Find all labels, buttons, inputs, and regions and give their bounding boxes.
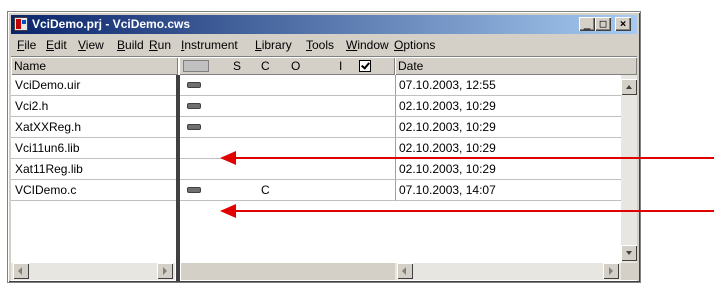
column-divider[interactable] (176, 75, 180, 281)
flag-header-i: I (339, 59, 343, 73)
scroll-down-icon (626, 251, 632, 255)
flag-header-o: O (291, 59, 301, 73)
file-date: 07.10.2003, 14:07 (395, 180, 621, 201)
project-window: VciDemo.prj - VciDemo.cws _ □ × File Edi… (7, 11, 641, 283)
status-bar-icon (187, 103, 201, 109)
scroll-left-icon (402, 267, 406, 275)
checkbox-icon[interactable] (359, 60, 371, 72)
scroll-up-icon (626, 85, 632, 89)
annotation-arrow-line (234, 157, 714, 159)
file-name[interactable]: VCIDemo.c (11, 180, 178, 201)
menu-library[interactable]: Library (255, 38, 292, 52)
annotation-arrow-line (234, 210, 714, 212)
table-row[interactable]: VciDemo.uir 07.10.2003, 12:55 (11, 75, 637, 96)
file-date: 02.10.2003, 10:29 (395, 159, 621, 180)
column-header-date[interactable]: Date (395, 57, 637, 75)
status-bar-icon (187, 124, 201, 130)
file-name[interactable]: Vci11un6.lib (11, 138, 178, 159)
menu-options[interactable]: Options (394, 38, 435, 52)
table-row[interactable]: Vci11un6.lib 02.10.2003, 10:29 (11, 138, 637, 159)
file-list: Name S C O I Date VciDemo.uir 07.10.2003,… (11, 56, 637, 281)
annotation-arrow-head (220, 151, 236, 165)
flag-header-s: S (233, 59, 242, 73)
close-icon: × (619, 17, 627, 30)
file-flags[interactable]: C (179, 180, 395, 201)
scroll-right-icon (163, 267, 167, 275)
menu-bar: File Edit View Build Run Instrument Libr… (11, 36, 637, 54)
menu-run[interactable]: Run (149, 38, 171, 52)
maximize-icon: □ (599, 17, 607, 30)
menu-edit[interactable]: Edit (46, 38, 67, 52)
file-flags[interactable] (179, 138, 395, 159)
close-button[interactable]: × (615, 17, 631, 31)
file-date: 02.10.2003, 10:29 (395, 117, 621, 138)
column-header-flags[interactable]: S C O I (179, 57, 395, 75)
file-flags[interactable] (179, 117, 395, 138)
file-date: 07.10.2003, 12:55 (395, 75, 621, 96)
menu-instrument[interactable]: Instrument (181, 38, 238, 52)
flag-swatch (183, 60, 209, 72)
app-icon[interactable] (14, 17, 28, 31)
file-name[interactable]: Xat11Reg.lib (11, 159, 178, 180)
scroll-right-icon (609, 267, 613, 275)
file-name[interactable]: VciDemo.uir (11, 75, 178, 96)
minimize-button[interactable]: _ (579, 17, 595, 31)
flag-letter: C (261, 183, 270, 197)
file-name[interactable]: Vci2.h (11, 96, 178, 117)
menu-tools[interactable]: Tools (306, 38, 334, 52)
scroll-up-button[interactable] (621, 79, 637, 95)
menu-view[interactable]: View (78, 38, 104, 52)
file-flags[interactable] (179, 96, 395, 117)
maximize-button[interactable]: □ (595, 17, 611, 31)
table-row[interactable]: Vci2.h 02.10.2003, 10:29 (11, 96, 637, 117)
status-bar-icon (187, 187, 201, 193)
annotation-arrow-head (220, 204, 236, 218)
title-bar[interactable]: VciDemo.prj - VciDemo.cws _ □ × (11, 15, 637, 34)
scroll-down-button[interactable] (621, 245, 637, 261)
column-header-name[interactable]: Name (11, 57, 178, 75)
date-scroll-right-button[interactable] (603, 263, 619, 279)
date-hscrollbar[interactable] (395, 263, 621, 280)
scroll-right-button[interactable] (157, 263, 173, 279)
menu-window[interactable]: Window (346, 38, 389, 52)
menu-build[interactable]: Build (117, 38, 144, 52)
table-row[interactable]: Xat11Reg.lib 02.10.2003, 10:29 (11, 159, 637, 180)
resize-grip[interactable] (621, 263, 637, 280)
file-flags[interactable] (179, 75, 395, 96)
window-title: VciDemo.prj - VciDemo.cws (32, 17, 191, 31)
file-date: 02.10.2003, 10:29 (395, 96, 621, 117)
date-scroll-left-button[interactable] (397, 263, 413, 279)
status-bar-icon (187, 82, 201, 88)
scroll-left-button[interactable] (13, 263, 29, 279)
flag-header-c: C (261, 59, 270, 73)
file-name[interactable]: XatXXReg.h (11, 117, 178, 138)
file-date: 02.10.2003, 10:29 (395, 138, 621, 159)
name-hscrollbar[interactable] (11, 263, 175, 280)
table-row[interactable]: XatXXReg.h 02.10.2003, 10:29 (11, 117, 637, 138)
table-row[interactable]: VCIDemo.c C 07.10.2003, 14:07 (11, 180, 637, 201)
flags-hscrollbar[interactable] (181, 263, 395, 280)
menu-file[interactable]: File (17, 38, 36, 52)
scroll-left-icon (18, 267, 22, 275)
vertical-scrollbar[interactable] (621, 75, 637, 263)
file-flags[interactable] (179, 159, 395, 180)
minimize-icon: _ (583, 17, 591, 30)
